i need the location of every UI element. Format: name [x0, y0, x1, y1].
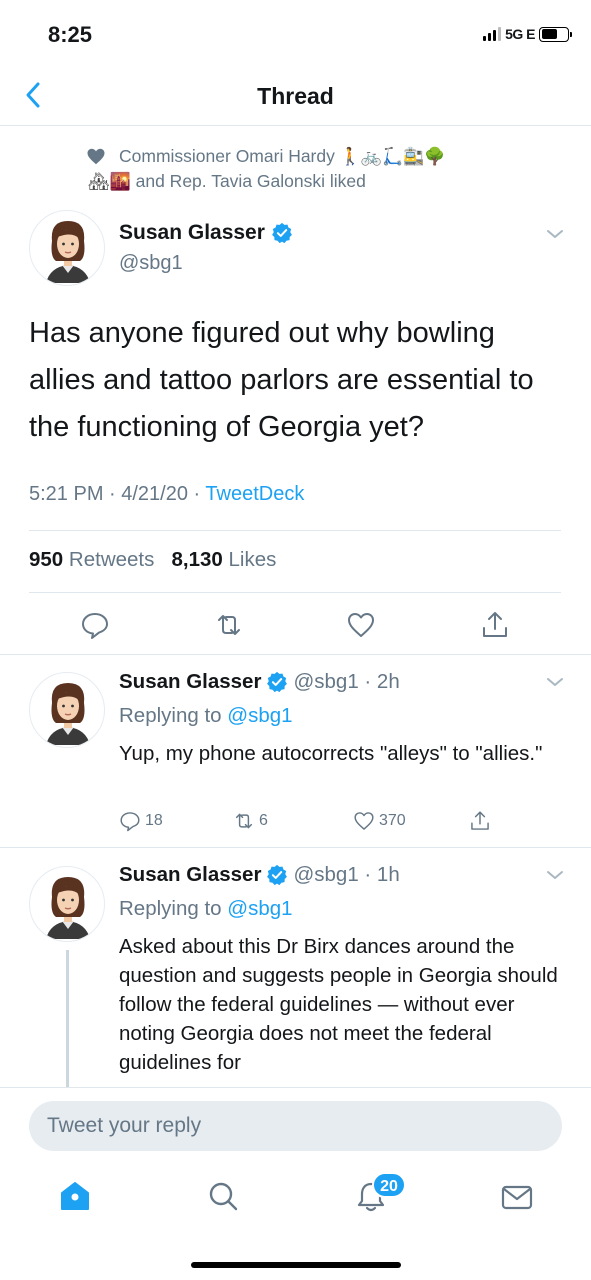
retweet-count: 6: [259, 812, 268, 829]
replying-to-link[interactable]: @sbg1: [227, 897, 292, 920]
tweet-text: Has anyone figured out why bowling allie…: [29, 317, 534, 443]
divider: [29, 592, 561, 593]
tweet-meta: 5:21 PM · 4/21/20 · TweetDeck: [29, 483, 304, 506]
heart-icon: [87, 148, 105, 165]
like-icon: [354, 812, 374, 830]
replying-to-label: Replying to: [119, 704, 222, 727]
reply-icon: [120, 812, 140, 832]
likes-label: Likes: [228, 548, 277, 571]
liked-by-emojis-2: 🏘🌇: [88, 172, 131, 192]
reply-author[interactable]: Susan Glasser @sbg1 · 1h: [119, 863, 400, 887]
mail-icon[interactable]: [500, 1180, 534, 1214]
replying-to: Replying to @sbg1: [119, 704, 293, 728]
thread-connector-line: [66, 950, 69, 1090]
reply-text: Yup, my phone autocorrects "alleys" to "…: [119, 742, 543, 765]
replying-to-link[interactable]: @sbg1: [227, 704, 292, 727]
status-time: 8:25: [48, 22, 93, 47]
reply-text: Asked about this Dr Birx dances around t…: [119, 935, 558, 1074]
avatar-illustration: [46, 221, 90, 283]
liked-by-text-2: and Rep. Tavia Galonski liked: [135, 171, 366, 191]
tweet-source-link[interactable]: TweetDeck: [205, 483, 304, 505]
likes-count: 8,130: [171, 548, 223, 571]
search-icon[interactable]: [206, 1179, 240, 1213]
verified-badge-icon: [272, 222, 292, 244]
chevron-down-icon[interactable]: [545, 228, 565, 240]
retweets-stat[interactable]: 950 Retweets: [29, 548, 154, 571]
divider: [0, 847, 591, 848]
reply-author[interactable]: Susan Glasser @sbg1 · 2h: [119, 670, 400, 694]
status-indicators: 5G E: [483, 26, 572, 42]
liked-by-emojis: 🚶🚲🛴🚉🌳: [339, 147, 446, 167]
page-title: Thread: [257, 83, 334, 109]
avatar[interactable]: [29, 866, 105, 942]
verified-badge-icon: [267, 864, 288, 886]
verified-badge-icon: [267, 671, 288, 693]
retweet-icon: [235, 813, 253, 829]
share-action[interactable]: [469, 810, 491, 832]
replying-to-label: Replying to: [119, 897, 222, 920]
author-name-text: Susan Glasser: [119, 221, 265, 244]
tweet-timestamp: 5:21 PM · 4/21/20 ·: [29, 483, 206, 505]
reply-compose-input[interactable]: Tweet your reply: [29, 1101, 562, 1151]
replying-to: Replying to @sbg1: [119, 897, 293, 921]
divider: [29, 530, 561, 531]
home-icon[interactable]: [58, 1179, 92, 1213]
liked-by-text: Commissioner Omari Hardy: [119, 146, 335, 166]
avatar-illustration: [46, 683, 90, 745]
tweet-stats: 950 Retweets 8,130 Likes: [29, 548, 276, 572]
like-count: 370: [379, 812, 406, 829]
retweets-count: 950: [29, 548, 64, 571]
avatar-illustration: [46, 877, 90, 939]
notifications-badge: 20: [372, 1172, 406, 1198]
retweet-icon[interactable]: [214, 610, 244, 640]
signal-icon: [483, 27, 502, 41]
social-context[interactable]: Commissioner Omari Hardy 🚶🚲🛴🚉🌳 🏘🌇 and Re…: [87, 144, 548, 194]
battery-icon: [539, 26, 572, 42]
likes-stat[interactable]: 8,130 Likes: [171, 548, 276, 571]
network-type: 5G E: [505, 26, 535, 42]
retweets-label: Retweets: [68, 548, 155, 571]
reply-author-name: Susan Glasser: [119, 863, 262, 886]
status-bar: 8:25 5G E: [0, 0, 591, 70]
chevron-down-icon[interactable]: [545, 869, 565, 881]
reply-handle-time: @sbg1 · 2h: [293, 670, 400, 693]
author-name[interactable]: Susan Glasser: [119, 221, 293, 245]
share-icon: [471, 811, 489, 830]
chevron-down-icon[interactable]: [545, 676, 565, 688]
reply-count: 18: [145, 812, 163, 829]
reply-handle-time: @sbg1 · 1h: [293, 863, 400, 886]
home-indicator: [191, 1262, 401, 1268]
nav-bar: Thread: [0, 70, 591, 126]
author-handle[interactable]: @sbg1: [119, 252, 183, 275]
avatar[interactable]: [29, 672, 105, 748]
divider: [0, 654, 591, 655]
like-action[interactable]: 370: [353, 810, 406, 832]
retweet-action[interactable]: 6: [233, 810, 268, 832]
avatar[interactable]: [29, 210, 105, 286]
reply-author-name: Susan Glasser: [119, 670, 262, 693]
reply-action[interactable]: 18: [119, 810, 163, 832]
reply-icon[interactable]: [80, 610, 110, 640]
like-icon[interactable]: [346, 610, 376, 640]
share-icon[interactable]: [480, 610, 510, 640]
